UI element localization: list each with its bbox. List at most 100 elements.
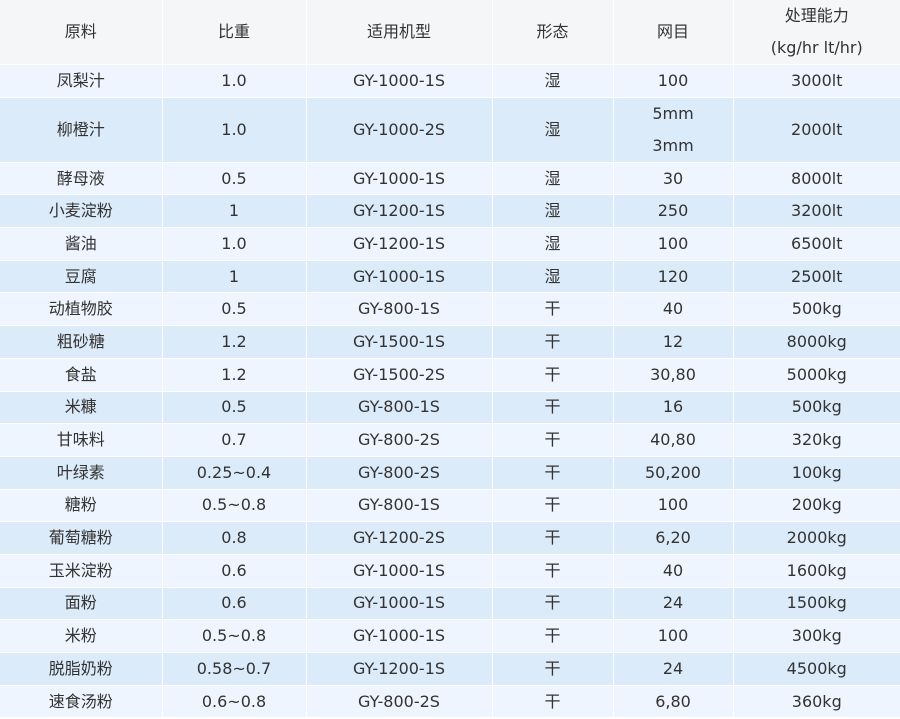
- cell-material: 叶绿素: [0, 456, 163, 490]
- table-row: 米粉 0.5~0.8 GY-1000-1S 干 100 300kg: [0, 619, 900, 653]
- cell-density: 1.0: [162, 227, 307, 261]
- cell-form: 干: [492, 685, 614, 719]
- cell-capacity: 4500kg: [733, 652, 900, 686]
- cell-capacity: 1500kg: [733, 587, 900, 621]
- table-row: 柳橙汁 1.0 GY-1000-2S 湿 5mm 3mm 2000lt: [0, 97, 900, 163]
- cell-mesh: 12: [613, 325, 734, 359]
- cell-capacity: 500kg: [733, 391, 900, 425]
- cell-density: 0.7: [162, 423, 307, 457]
- table-row: 动植物胶 0.5 GY-800-1S 干 40 500kg: [0, 292, 900, 327]
- cell-mesh: 100: [613, 64, 734, 98]
- cell-density: 1.2: [162, 358, 307, 392]
- cell-model: GY-1200-1S: [306, 194, 493, 229]
- cell-material: 脱脂奶粉: [0, 652, 163, 686]
- cell-density: 1.2: [162, 325, 307, 359]
- cell-form: 干: [492, 619, 614, 653]
- table-row: 甘味料 0.7 GY-800-2S 干 40,80 320kg: [0, 423, 900, 457]
- cell-form: 干: [492, 391, 614, 425]
- cell-capacity: 320kg: [733, 423, 900, 457]
- cell-mesh: 30,80: [613, 358, 734, 392]
- cell-mesh: 250: [613, 194, 734, 229]
- cell-density: 0.25~0.4: [162, 456, 307, 490]
- table-row: 速食汤粉 0.6~0.8 GY-800-2S 干 6,80 360kg: [0, 685, 900, 719]
- cell-form: 干: [492, 652, 614, 686]
- cell-mesh: 16: [613, 391, 734, 425]
- cell-capacity: 2000lt: [733, 97, 900, 163]
- cell-mesh: 24: [613, 652, 734, 686]
- table-row: 粗砂糖 1.2 GY-1500-1S 干 12 8000kg: [0, 325, 900, 359]
- cell-material: 米粉: [0, 619, 163, 653]
- cell-capacity: 8000lt: [733, 162, 900, 196]
- cell-model: GY-1000-1S: [306, 587, 493, 621]
- cell-model: GY-1500-1S: [306, 325, 493, 359]
- cell-form: 干: [492, 587, 614, 621]
- cell-capacity: 300kg: [733, 619, 900, 653]
- cell-model: GY-1200-1S: [306, 227, 493, 261]
- cell-model: GY-800-1S: [306, 489, 493, 523]
- cell-capacity: 360kg: [733, 685, 900, 719]
- cell-density: 1.0: [162, 97, 307, 163]
- header-row: 原料 比重 适用机型 形态 网目 处理能力 (kg/hr lt/hr): [0, 0, 900, 65]
- cell-form: 干: [492, 423, 614, 457]
- cell-model: GY-1000-1S: [306, 162, 493, 196]
- cell-material: 葡萄糖粉: [0, 521, 163, 555]
- cell-density: 0.5~0.8: [162, 619, 307, 653]
- cell-form: 干: [492, 554, 614, 588]
- cell-capacity: 8000kg: [733, 325, 900, 359]
- cell-model: GY-1200-1S: [306, 652, 493, 686]
- cell-mesh: 24: [613, 587, 734, 621]
- cell-material: 米糠: [0, 391, 163, 425]
- cell-form: 干: [492, 292, 614, 327]
- cell-density: 1.0: [162, 64, 307, 98]
- cell-model: GY-800-2S: [306, 423, 493, 457]
- table-row: 葡萄糖粉 0.8 GY-1200-2S 干 6,20 2000kg: [0, 521, 900, 555]
- header-capacity-line2: (kg/hr lt/hr): [770, 38, 863, 57]
- cell-capacity: 3000lt: [733, 64, 900, 98]
- cell-density: 0.5: [162, 162, 307, 196]
- cell-density: 0.6: [162, 554, 307, 588]
- cell-material: 玉米淀粉: [0, 554, 163, 588]
- cell-model: GY-800-1S: [306, 292, 493, 327]
- cell-material: 酱油: [0, 227, 163, 261]
- cell-mesh-line2: 3mm: [652, 135, 694, 155]
- cell-material: 柳橙汁: [0, 97, 163, 163]
- cell-mesh: 30: [613, 162, 734, 196]
- table-row: 酵母液 0.5 GY-1000-1S 湿 30 8000lt: [0, 162, 900, 196]
- table-row: 小麦淀粉 1 GY-1200-1S 湿 250 3200lt: [0, 194, 900, 229]
- cell-form: 干: [492, 358, 614, 392]
- cell-density: 0.6: [162, 587, 307, 621]
- cell-mesh: 120: [613, 260, 734, 294]
- cell-model: GY-1000-1S: [306, 619, 493, 653]
- cell-model: GY-800-2S: [306, 685, 493, 719]
- table-row: 米糠 0.5 GY-800-1S 干 16 500kg: [0, 391, 900, 425]
- cell-material: 动植物胶: [0, 292, 163, 327]
- cell-mesh-line1: 5mm: [652, 103, 694, 123]
- cell-form: 干: [492, 521, 614, 555]
- cell-mesh: 5mm 3mm: [613, 97, 734, 163]
- table-row: 食盐 1.2 GY-1500-2S 干 30,80 5000kg: [0, 358, 900, 392]
- cell-form: 湿: [492, 162, 614, 196]
- cell-capacity: 2500lt: [733, 260, 900, 294]
- cell-material: 粗砂糖: [0, 325, 163, 359]
- cell-material: 面粉: [0, 587, 163, 621]
- cell-density: 0.58~0.7: [162, 652, 307, 686]
- table-row: 凤梨汁 1.0 GY-1000-1S 湿 100 3000lt: [0, 64, 900, 98]
- table-row: 叶绿素 0.25~0.4 GY-800-2S 干 50,200 100kg: [0, 456, 900, 490]
- cell-material: 食盐: [0, 358, 163, 392]
- table-row: 酱油 1.0 GY-1200-1S 湿 100 6500lt: [0, 227, 900, 261]
- cell-density: 0.6~0.8: [162, 685, 307, 719]
- cell-density: 1: [162, 194, 307, 229]
- cell-material: 酵母液: [0, 162, 163, 196]
- cell-mesh: 100: [613, 619, 734, 653]
- cell-capacity: 500kg: [733, 292, 900, 327]
- cell-model: GY-1200-2S: [306, 521, 493, 555]
- header-capacity-line1: 处理能力: [784, 6, 849, 25]
- cell-form: 湿: [492, 64, 614, 98]
- cell-mesh: 6,20: [613, 521, 734, 555]
- spec-table: 原料 比重 适用机型 形态 网目 处理能力 (kg/hr lt/hr) 凤梨汁 1…: [0, 0, 900, 719]
- cell-mesh: 50,200: [613, 456, 734, 490]
- cell-density: 0.5: [162, 292, 307, 327]
- cell-material: 甘味料: [0, 423, 163, 457]
- cell-capacity: 5000kg: [733, 358, 900, 392]
- cell-mesh: 40,80: [613, 423, 734, 457]
